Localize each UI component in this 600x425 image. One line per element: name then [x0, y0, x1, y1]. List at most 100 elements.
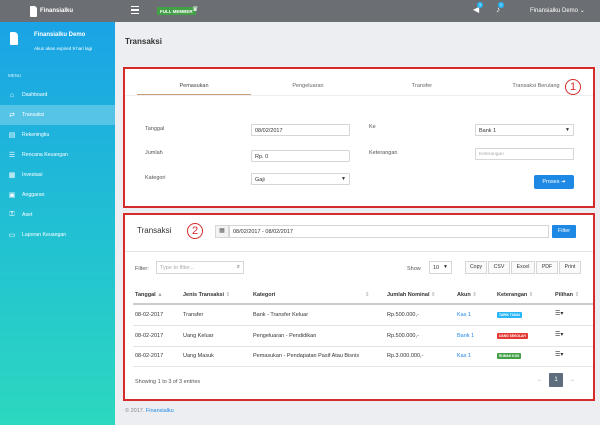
- page-1-button[interactable]: 1: [549, 373, 563, 387]
- top-bar: Finansialku FULL MEMBER ♛ ◀ 3 ♪ 1 Finansia…: [0, 0, 600, 22]
- speaker-icon[interactable]: ◀ 3: [473, 2, 484, 14]
- column-header-akun[interactable]: Akun ⇕: [457, 292, 477, 298]
- tab-pengeluaran[interactable]: Pengeluaran: [251, 83, 365, 89]
- page-size-value: 10: [433, 265, 440, 271]
- app-logo[interactable]: Finansialku: [30, 4, 116, 18]
- jumlah-label: Jumlah: [145, 150, 163, 156]
- sidebar-item-label: Aset: [22, 212, 33, 218]
- sidebar-item-label: Rencana Keuangan: [22, 152, 68, 158]
- kategori-value: Gaji: [255, 176, 265, 183]
- section-divider: [125, 251, 593, 252]
- cell-kategori: Bank - Transfer Keluar: [253, 312, 309, 318]
- menu-heading: MENU: [8, 73, 22, 78]
- copy-button[interactable]: Copy: [465, 261, 487, 274]
- row-menu-icon[interactable]: ☰▾: [555, 351, 563, 358]
- page-title: Transaksi: [125, 37, 162, 46]
- dropdown-arrow-icon: ▼: [341, 176, 346, 182]
- keterangan-label: Keterangan: [369, 150, 398, 156]
- column-header-label: Pilihan: [555, 292, 574, 298]
- cell-jenis: Uang Keluar: [183, 333, 214, 339]
- jumlah-input[interactable]: Rp. 0: [251, 150, 350, 162]
- tab-pemasukan[interactable]: Pemasukan: [137, 83, 251, 89]
- search-icon: ⌕: [236, 264, 240, 270]
- proses-label: Proses: [542, 179, 560, 185]
- account-expiry-text: Akun akan expired 9 hari lagi: [34, 46, 93, 51]
- sidebar-item-aset[interactable]: ⚿ Aset: [0, 205, 115, 225]
- folder-icon: ▭: [8, 232, 16, 239]
- proses-button[interactable]: Proses ➜: [534, 175, 574, 189]
- sidebar-item-label: Investasi: [22, 172, 43, 178]
- column-header-keterangan[interactable]: Keterangan ⇕: [497, 292, 533, 298]
- profile-logo-icon: [10, 32, 18, 45]
- show-label: Show: [407, 266, 421, 272]
- sidebar-item-rencana-keuangan[interactable]: ☰ Rencana Keuangan: [0, 145, 115, 165]
- cell-kategori: Pengeluaran - Pendidikan: [253, 333, 317, 339]
- row-divider: [133, 346, 593, 347]
- sidebar: Finansialku Demo Akun akan expired 9 har…: [0, 22, 115, 425]
- column-header-tanggal[interactable]: Tanggal ▲: [135, 292, 163, 298]
- tab-transaksi-berulang[interactable]: Transaksi Berulang: [479, 83, 593, 89]
- cell-jumlah: Rp.500.000,-: [387, 333, 419, 339]
- sidebar-item-rekeningku[interactable]: ▤ Rekeningku: [0, 125, 115, 145]
- table-filter-input[interactable]: Type to filter... ⌕: [156, 261, 244, 274]
- member-badge: FULL MEMBER: [157, 7, 196, 15]
- transaction-list-panel: Transaksi 2 ▦ 08/02/2017 - 08/02/2017 Fi…: [123, 213, 595, 401]
- entries-info: Showing 1 to 3 of 3 entries: [135, 379, 201, 385]
- cell-tanggal: 08-02-2017: [135, 333, 164, 339]
- speaker-badge: 3: [477, 2, 484, 8]
- kategori-select[interactable]: Gaji ▼: [251, 173, 350, 185]
- keterangan-input[interactable]: Keterangan: [475, 148, 574, 160]
- prev-page-button[interactable]: ←: [533, 373, 547, 387]
- tab-transfer[interactable]: Transfer: [365, 83, 479, 89]
- sidebar-item-dashboard[interactable]: ⌂ Dashboard: [0, 85, 115, 105]
- sidebar-item-label: Anggaran: [22, 192, 45, 198]
- column-header-label: Akun: [457, 292, 471, 298]
- sidebar-item-transaksi[interactable]: ⇄ Transaksi: [0, 105, 115, 125]
- row-menu-icon[interactable]: ☰▾: [555, 310, 563, 317]
- row-menu-icon[interactable]: ☰▾: [555, 331, 563, 338]
- cell-akun-link[interactable]: Kas 1: [457, 353, 471, 359]
- column-header-jumlah[interactable]: Jumlah Nominal ⇕: [387, 292, 436, 298]
- csv-button[interactable]: CSV: [488, 261, 510, 274]
- calendar-icon[interactable]: ▦: [215, 225, 229, 238]
- sort-asc-icon: ▲: [157, 292, 163, 298]
- arrow-right-icon: ➜: [561, 179, 566, 185]
- next-page-button[interactable]: →: [565, 373, 579, 387]
- sort-icon: ⇕: [472, 292, 477, 298]
- exchange-icon: ⇄: [9, 112, 15, 119]
- row-divider: [133, 325, 593, 326]
- user-menu[interactable]: Finansialku Demo ⌄: [530, 7, 585, 14]
- pdf-button[interactable]: PDF: [536, 261, 558, 274]
- cell-jumlah: Rp.500.000,-: [387, 312, 419, 318]
- hamburger-menu-icon[interactable]: [131, 6, 139, 14]
- excel-button[interactable]: Excel: [511, 261, 535, 274]
- transaksi-heading: Transaksi: [137, 226, 172, 235]
- keterangan-tag: UANG SEKOLAH: [497, 333, 528, 339]
- cell-akun-link[interactable]: Bank 1: [457, 333, 474, 339]
- column-header-kategori[interactable]: Kategori ⇕: [253, 292, 370, 298]
- logo-text: Finansialku: [40, 8, 74, 14]
- column-header-jenis[interactable]: Jenis Transaksi ⇕: [183, 292, 230, 298]
- print-button[interactable]: Print: [559, 261, 581, 274]
- footer-brand-link[interactable]: Finansialku: [146, 408, 174, 414]
- cell-akun-link[interactable]: Kas 1: [457, 312, 471, 318]
- page-size-select[interactable]: 10 ▼: [429, 261, 452, 274]
- clipboard-icon: ▣: [8, 192, 16, 199]
- logo-icon: [30, 5, 37, 17]
- cell-jumlah: Rp.3.000.000,-: [387, 353, 424, 359]
- sidebar-item-anggaran[interactable]: ▣ Anggaran: [0, 185, 115, 205]
- home-icon: ⌂: [9, 91, 15, 99]
- tanggal-input[interactable]: 08/02/2017: [251, 124, 350, 136]
- crown-icon: ♛: [192, 6, 199, 13]
- ke-select[interactable]: Bank 1 ▼: [475, 124, 574, 136]
- sidebar-item-laporan-keuangan[interactable]: ▭ Laporan Keuangan: [0, 225, 115, 245]
- cell-kategori: Pemasukan - Pendapatan Pasif Atau Bisnis: [253, 353, 360, 359]
- column-header-pilihan[interactable]: Pilihan ⇕: [555, 292, 579, 298]
- ke-label: Ke: [369, 124, 376, 130]
- sort-icon: ⇕: [574, 292, 580, 298]
- sidebar-item-investasi[interactable]: ▦ Investasi: [0, 165, 115, 185]
- ke-value: Bank 1: [479, 127, 497, 134]
- bell-icon[interactable]: ♪ 1: [496, 2, 504, 14]
- date-range-input[interactable]: 08/02/2017 - 08/02/2017: [229, 225, 549, 238]
- filter-button[interactable]: Filter: [552, 225, 576, 238]
